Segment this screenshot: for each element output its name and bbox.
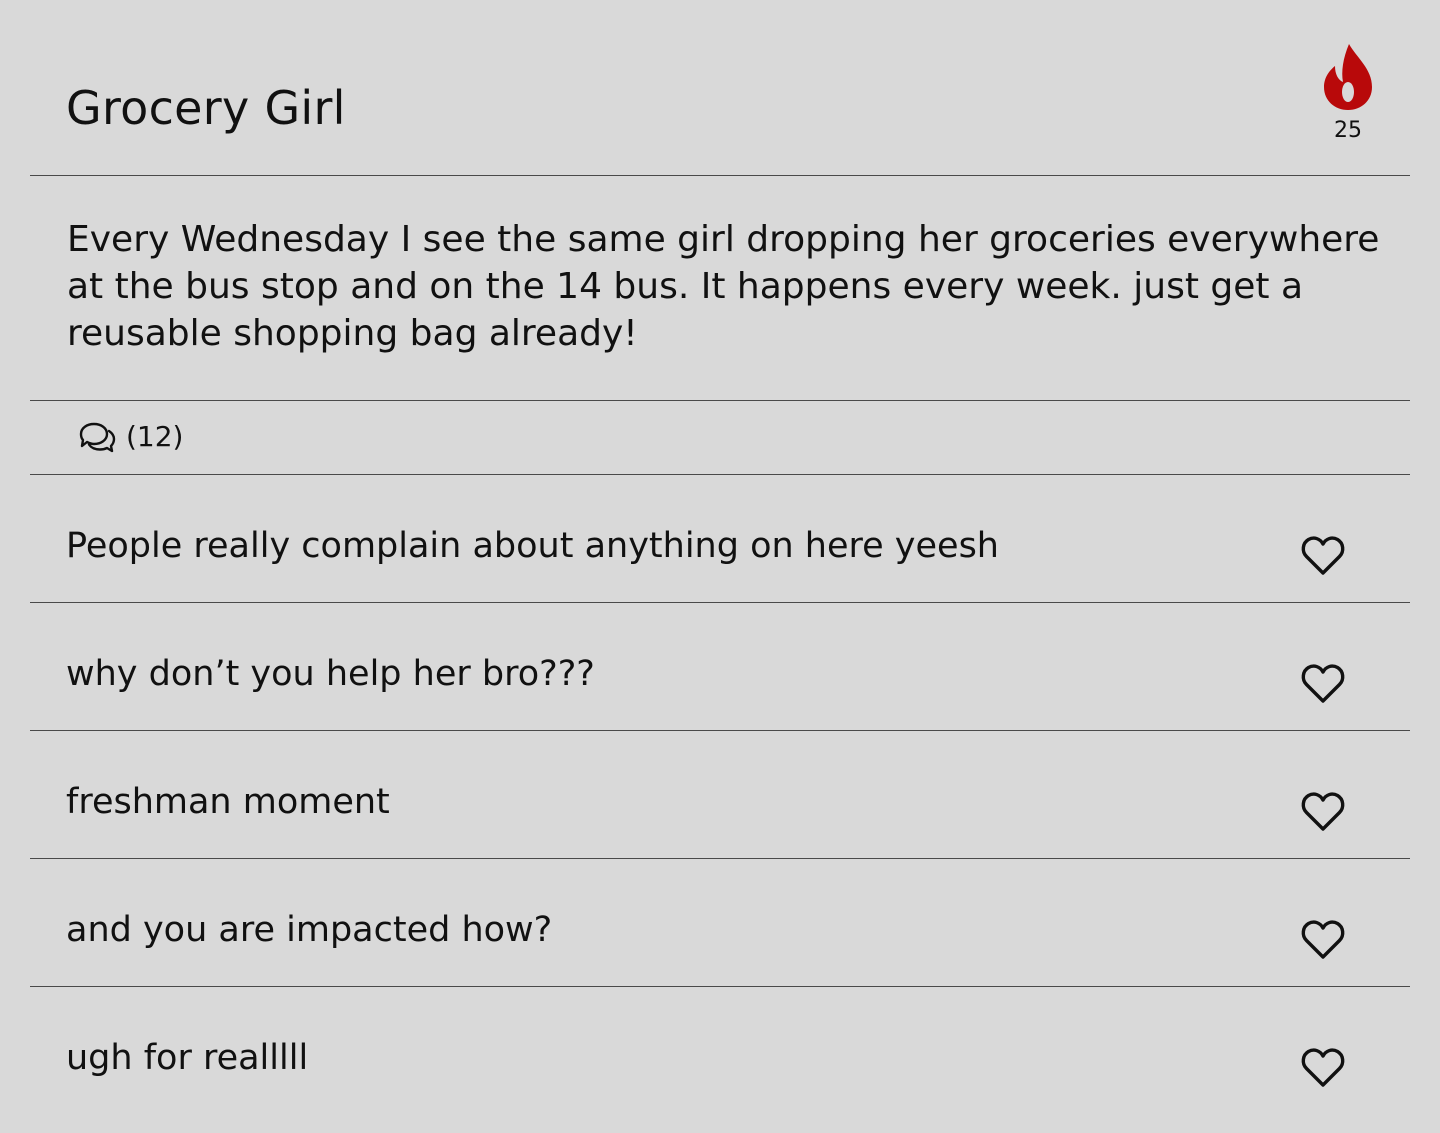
- fire-count: 25: [1334, 118, 1362, 143]
- comment-row: and you are impacted how?: [30, 859, 1410, 987]
- post-title: Grocery Girl: [66, 81, 346, 135]
- comment-count: (12): [126, 420, 184, 453]
- like-button[interactable]: [1300, 917, 1346, 961]
- comment-row: ugh for realllll: [30, 987, 1410, 1114]
- comment-row: why don’t you help her bro???: [30, 603, 1410, 731]
- comment-text: and you are impacted how?: [66, 910, 553, 950]
- comments-toggle[interactable]: (12): [78, 419, 183, 455]
- comment-text: freshman moment: [66, 782, 390, 822]
- comment-row: People really complain about anything on…: [30, 475, 1410, 603]
- like-button[interactable]: [1300, 789, 1346, 833]
- comment-row: freshman moment: [30, 731, 1410, 859]
- comment-text: ugh for realllll: [66, 1038, 309, 1078]
- comment-text: People really complain about anything on…: [66, 526, 999, 566]
- like-button[interactable]: [1300, 533, 1346, 577]
- post-header: Grocery Girl 25: [30, 0, 1410, 176]
- heart-icon: [1301, 792, 1345, 831]
- comments-bar: (12): [30, 401, 1410, 475]
- post-text: Every Wednesday I see the same girl drop…: [67, 219, 1380, 354]
- like-button[interactable]: [1300, 661, 1346, 705]
- heart-icon: [1301, 1048, 1345, 1087]
- comment-text: why don’t you help her bro???: [66, 654, 595, 694]
- post-body: Every Wednesday I see the same girl drop…: [30, 176, 1410, 401]
- heart-icon: [1301, 536, 1345, 575]
- heart-icon: [1301, 920, 1345, 959]
- fire-icon[interactable]: [1323, 42, 1373, 112]
- like-button[interactable]: [1300, 1045, 1346, 1089]
- fire-reaction[interactable]: 25: [1314, 42, 1382, 144]
- heart-icon: [1301, 664, 1345, 703]
- comments-icon: [79, 422, 116, 453]
